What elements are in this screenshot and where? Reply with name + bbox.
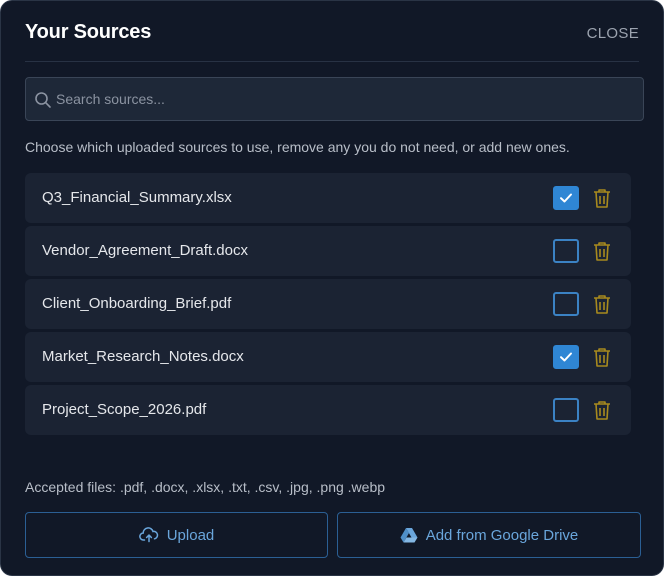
source-row: Q3_Financial_Summary.xlsx [25,173,631,223]
source-row: Project_Scope_2026.pdf [25,385,631,435]
source-checkbox[interactable] [553,239,579,263]
check-icon [560,352,572,362]
trash-icon[interactable] [592,346,612,368]
source-name: Market_Research_Notes.docx [42,348,244,365]
source-row: Vendor_Agreement_Draft.docx [25,226,631,276]
trash-icon[interactable] [592,293,612,315]
source-name: Q3_Financial_Summary.xlsx [42,189,232,206]
source-checkbox[interactable] [553,398,579,422]
search-box [25,77,644,121]
source-name: Client_Onboarding_Brief.pdf [42,295,232,312]
check-icon [560,193,572,203]
cloud-upload-icon [138,527,159,543]
drive-label: Add from Google Drive [425,526,579,544]
trash-icon[interactable] [592,240,612,262]
search-icon [34,91,52,109]
sources-dialog: Your Sources CLOSE Choose which uploaded… [0,0,664,576]
header-divider [25,61,639,62]
upload-button[interactable]: Upload [25,512,328,558]
instructions-text: Choose which uploaded sources to use, re… [25,139,570,155]
source-checkbox[interactable] [553,345,579,369]
dialog-title: Your Sources [25,21,152,43]
trash-icon[interactable] [592,399,612,421]
search-input[interactable] [56,78,636,120]
source-name: Vendor_Agreement_Draft.docx [42,242,248,259]
accepted-files-text: Accepted files: .pdf, .docx, .xlsx, .txt… [25,479,386,495]
source-name: Project_Scope_2026.pdf [42,401,207,418]
close-button[interactable]: CLOSE [587,25,639,42]
google-drive-button[interactable]: Add from Google Drive [337,512,641,558]
source-row: Client_Onboarding_Brief.pdf [25,279,631,329]
google-drive-icon [400,527,418,543]
source-checkbox[interactable] [553,186,579,210]
trash-icon[interactable] [592,187,612,209]
source-checkbox[interactable] [553,292,579,316]
source-row: Market_Research_Notes.docx [25,332,631,382]
upload-label: Upload [166,526,215,544]
